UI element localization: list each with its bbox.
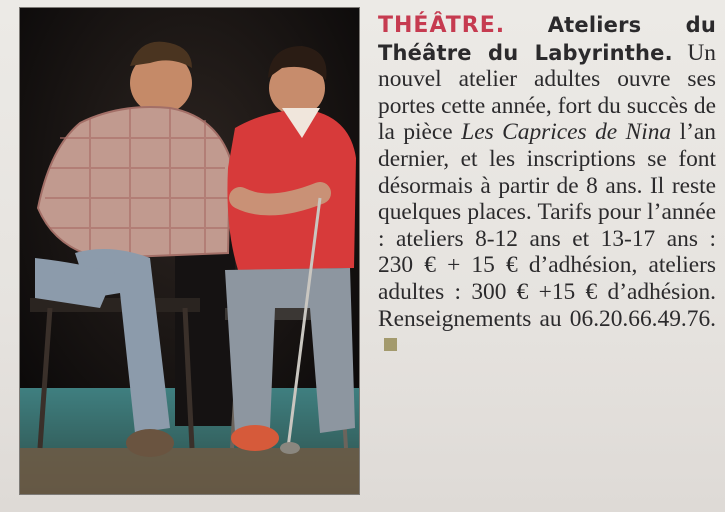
end-of-article-square-icon [384,338,397,352]
photo-two-actors-on-stage [20,8,359,494]
article-body-details: l’an dernier, et les inscriptions se fon… [378,119,716,332]
newspaper-page: THÉÂTRE. Ateliers du Théâtre du Labyrint… [0,0,725,512]
article-kicker: THÉÂTRE. [378,13,506,38]
article-text: THÉÂTRE. Ateliers du Théâtre du Labyrint… [378,12,716,359]
article-photo [20,8,359,494]
play-title: Les Caprices de Nina [461,119,672,146]
